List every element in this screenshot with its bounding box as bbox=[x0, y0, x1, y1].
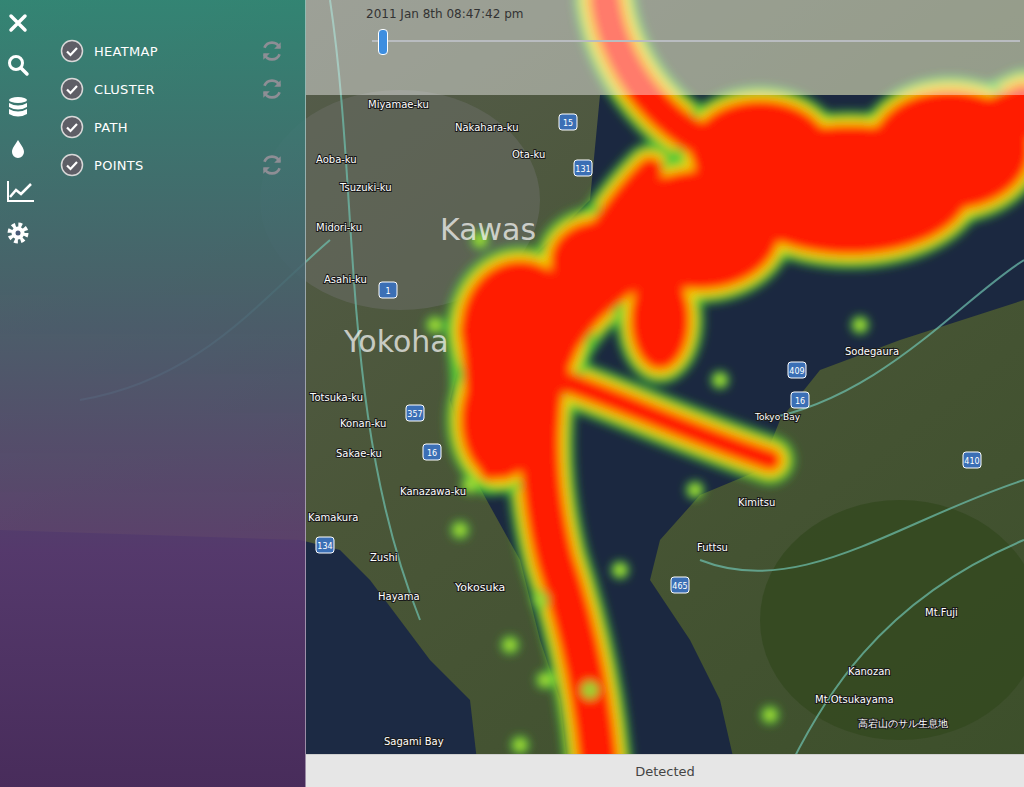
layer-label: HEATMAP bbox=[94, 44, 249, 59]
layer-row[interactable]: CLUSTER bbox=[60, 70, 285, 108]
close-button[interactable] bbox=[6, 10, 50, 36]
svg-text:16: 16 bbox=[795, 397, 805, 406]
svg-text:357: 357 bbox=[407, 410, 422, 419]
layer-row[interactable]: PATH bbox=[60, 108, 285, 146]
place-label: Aoba-ku bbox=[316, 154, 357, 165]
place-label: Kamakura bbox=[308, 512, 358, 523]
gear-button[interactable] bbox=[6, 220, 50, 246]
place-label: Kanazawa-ku bbox=[400, 486, 466, 497]
svg-text:465: 465 bbox=[672, 582, 687, 591]
place-label: Kawas bbox=[440, 212, 536, 247]
time-slider[interactable] bbox=[372, 40, 1020, 42]
road-shield: 15 bbox=[559, 114, 577, 130]
place-label: Mt.Otsukayama bbox=[815, 694, 894, 705]
refresh-icon[interactable] bbox=[259, 152, 285, 178]
place-label: Tsuzuki-ku bbox=[339, 182, 392, 193]
place-label: Ota-ku bbox=[512, 149, 545, 160]
road-shield: 1 bbox=[379, 282, 397, 298]
svg-text:409: 409 bbox=[789, 367, 804, 376]
chart-icon bbox=[6, 179, 36, 203]
svg-text:15: 15 bbox=[563, 119, 573, 128]
time-label: 2011 Jan 8th 08:47:42 pm bbox=[366, 6, 1020, 22]
place-label: Sagami Bay bbox=[384, 736, 444, 747]
database-button[interactable] bbox=[6, 94, 50, 120]
drop-icon bbox=[6, 137, 30, 161]
status-bar: Detected bbox=[306, 754, 1024, 787]
place-label: Mt.Fuji bbox=[925, 607, 958, 618]
road-shield: 134 bbox=[316, 537, 334, 553]
heatmap bbox=[426, 0, 1024, 787]
layer-row[interactable]: HEATMAP bbox=[60, 32, 285, 70]
place-label: Konan-ku bbox=[340, 418, 386, 429]
check-icon[interactable] bbox=[60, 77, 84, 101]
app: 15 131 1 357 16 409 16 410 465 134 Miyamae-ku Nakah… bbox=[0, 0, 1024, 787]
road-shield: 465 bbox=[671, 577, 689, 593]
place-label: Kimitsu bbox=[738, 497, 775, 508]
refresh-icon[interactable] bbox=[259, 38, 285, 64]
check-icon[interactable] bbox=[60, 115, 84, 139]
svg-text:134: 134 bbox=[317, 542, 332, 551]
database-icon bbox=[6, 95, 30, 119]
map-area: 2011 Jan 8th 08:47:42 pm Detected bbox=[306, 0, 1024, 787]
place-label: Midori-ku bbox=[316, 222, 362, 233]
chart-button[interactable] bbox=[6, 178, 50, 204]
drop-button[interactable] bbox=[6, 136, 50, 162]
place-label: Nakahara-ku bbox=[455, 122, 519, 133]
road-shield: 410 bbox=[963, 452, 981, 468]
svg-text:131: 131 bbox=[575, 165, 590, 174]
layer-label: POINTS bbox=[94, 158, 249, 173]
svg-text:16: 16 bbox=[427, 449, 437, 458]
place-label: Tokyo Bay bbox=[754, 412, 801, 422]
svg-text:1: 1 bbox=[385, 287, 390, 296]
check-icon[interactable] bbox=[60, 39, 84, 63]
place-label: Hayama bbox=[378, 591, 420, 602]
svg-text:410: 410 bbox=[964, 457, 979, 466]
road-shield: 131 bbox=[574, 160, 592, 176]
place-label: Yokoha bbox=[343, 324, 449, 359]
gear-icon bbox=[6, 221, 30, 245]
search-icon bbox=[6, 53, 30, 77]
close-icon bbox=[6, 11, 30, 35]
place-label: Kanozan bbox=[848, 666, 891, 677]
place-label: 高宕山のサル生息地 bbox=[858, 718, 948, 729]
road-shield: 16 bbox=[423, 444, 441, 460]
place-label: Asahi-ku bbox=[324, 274, 367, 285]
slider-handle[interactable] bbox=[378, 29, 388, 55]
place-label: Sodegaura bbox=[845, 346, 899, 357]
timeline: 2011 Jan 8th 08:47:42 pm bbox=[306, 0, 1024, 95]
toolbar bbox=[0, 0, 50, 787]
status-text: Detected bbox=[635, 764, 695, 779]
place-label: Miyamae-ku bbox=[368, 99, 429, 110]
road-shield: 357 bbox=[406, 405, 424, 421]
road-shield: 409 bbox=[788, 362, 806, 378]
search-button[interactable] bbox=[6, 52, 50, 78]
layer-row[interactable]: POINTS bbox=[60, 146, 285, 184]
place-label: Futtsu bbox=[697, 542, 728, 553]
refresh-icon[interactable] bbox=[259, 76, 285, 102]
road-shield: 16 bbox=[791, 392, 809, 408]
layer-label: CLUSTER bbox=[94, 82, 249, 97]
place-label: Yokosuka bbox=[454, 581, 505, 594]
layer-label: PATH bbox=[94, 120, 285, 135]
layer-list: HEATMAP CLUSTER PATH POINTS bbox=[50, 0, 305, 787]
place-label: Totsuka-ku bbox=[309, 392, 363, 403]
sidebar: HEATMAP CLUSTER PATH POINTS bbox=[0, 0, 306, 787]
place-label: Sakae-ku bbox=[336, 448, 382, 459]
check-icon[interactable] bbox=[60, 153, 84, 177]
place-label: Zushi bbox=[370, 552, 398, 563]
